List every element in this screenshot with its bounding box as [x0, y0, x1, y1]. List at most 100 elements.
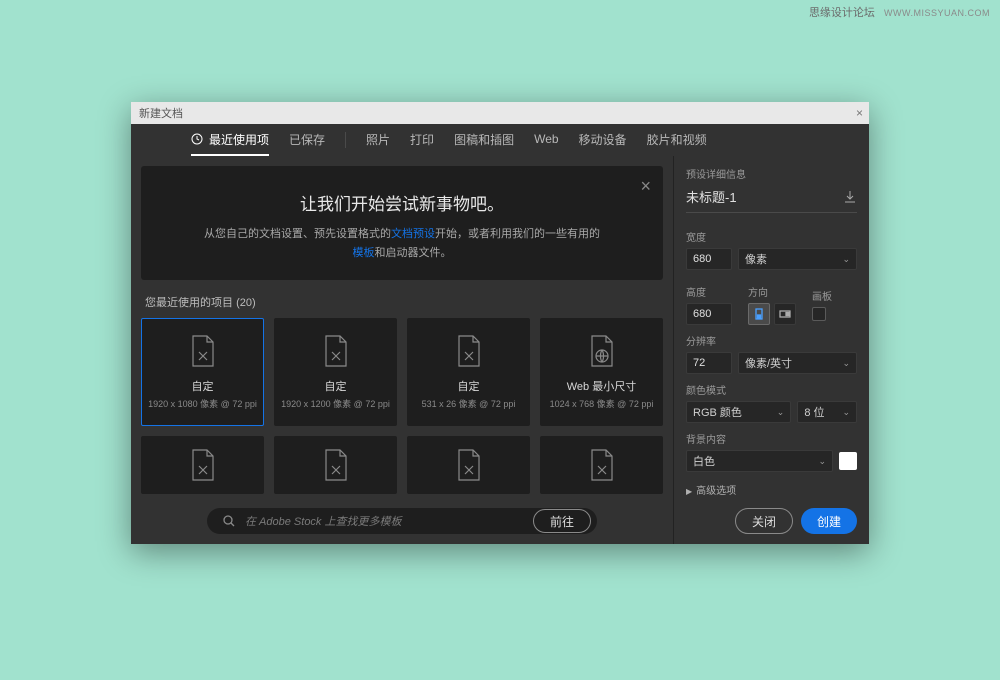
document-name[interactable]: 未标题-1 [686, 187, 737, 206]
unit-select[interactable]: 像素 ⌄ [738, 248, 857, 270]
width-input[interactable] [686, 248, 732, 270]
banner-text: 开始，或者利用我们的一些有用的 [435, 228, 600, 240]
go-button[interactable]: 前往 [533, 509, 591, 533]
banner-close-icon[interactable]: × [640, 176, 651, 197]
tab-art[interactable]: 图稿和插图 [454, 124, 514, 156]
artboard-label: 画板 [812, 288, 832, 303]
category-tabs: 最近使用项 已保存 照片 打印 图稿和插图 Web 移动设备 胶片和视频 [131, 124, 869, 156]
width-label: 宽度 [686, 229, 857, 244]
recent-label-text: 您最近使用的项目 [145, 297, 233, 309]
bit-depth-value: 8 位 [804, 404, 824, 420]
preset-card[interactable]: 自定 1920 x 1200 像素 @ 72 ppi [274, 318, 397, 426]
tab-video[interactable]: 胶片和视频 [647, 124, 707, 156]
chevron-down-icon: ⌄ [842, 254, 850, 265]
template-link[interactable]: 模板 [353, 247, 375, 259]
close-icon[interactable]: × [856, 106, 863, 120]
preset-card[interactable]: 自定 1920 x 1080 像素 @ 72 ppi [141, 318, 264, 426]
close-button[interactable]: 关闭 [735, 508, 793, 534]
banner-text: 从您自己的文档设置、预先设置格式的 [204, 228, 391, 240]
banner-description: 从您自己的文档设置、预先设置格式的文档预设开始，或者利用我们的一些有用的模板和启… [177, 225, 627, 262]
resolution-label: 分辨率 [686, 333, 857, 348]
tab-label: 最近使用项 [209, 131, 269, 148]
create-button[interactable]: 创建 [801, 508, 857, 534]
bg-select[interactable]: 白色 ⌄ [686, 450, 833, 472]
card-subtitle: 531 x 26 像素 @ 72 ppi [422, 397, 516, 410]
artboard-checkbox[interactable] [812, 307, 826, 321]
bg-label: 背景内容 [686, 431, 857, 446]
chevron-down-icon: ⌄ [842, 407, 850, 418]
card-title: 自定 [192, 378, 214, 394]
tab-label: 打印 [410, 131, 434, 148]
card-title: 自定 [458, 378, 480, 394]
tab-recent[interactable]: 最近使用项 [191, 124, 269, 156]
card-subtitle: 1920 x 1200 像素 @ 72 ppi [281, 397, 390, 410]
dialog-title: 新建文档 [139, 105, 183, 121]
card-title: Web 最小尺寸 [567, 378, 636, 394]
resolution-unit-value: 像素/英寸 [745, 355, 792, 371]
card-subtitle: 1024 x 768 像素 @ 72 ppi [550, 397, 654, 410]
search-icon [223, 515, 235, 527]
preset-details-panel: 预设详细信息 未标题-1 宽度 像素 ⌄ 高度 方向 [673, 156, 869, 544]
preset-card[interactable] [407, 436, 530, 494]
bg-value: 白色 [693, 453, 715, 469]
chevron-down-icon: ⌄ [818, 456, 826, 467]
tab-label: 胶片和视频 [647, 131, 707, 148]
portrait-button[interactable] [748, 303, 770, 325]
resolution-input[interactable] [686, 352, 732, 374]
bit-depth-select[interactable]: 8 位 ⌄ [797, 401, 857, 423]
recent-icon [191, 133, 203, 145]
tab-label: Web [534, 132, 558, 146]
landscape-button[interactable] [774, 303, 796, 325]
tab-photo[interactable]: 照片 [366, 124, 390, 156]
height-input[interactable] [686, 303, 732, 325]
advanced-label: 高级选项 [696, 486, 736, 497]
titlebar: 新建文档 × [131, 102, 869, 124]
advanced-toggle[interactable]: ▶ 高级选项 [686, 482, 857, 497]
card-title: 自定 [325, 378, 347, 394]
card-subtitle: 1920 x 1080 像素 @ 72 ppi [148, 397, 257, 410]
preset-card[interactable] [540, 436, 663, 494]
watermark-url: WWW.MISSYUAN.COM [884, 8, 990, 18]
tab-label: 照片 [366, 131, 390, 148]
color-mode-label: 颜色模式 [686, 382, 857, 397]
document-icon [455, 448, 483, 482]
banner-title: 让我们开始尝试新事物吧。 [177, 190, 627, 215]
tab-label: 已保存 [289, 131, 325, 148]
recent-heading: 您最近使用的项目 (20) [145, 294, 663, 310]
doc-preset-link[interactable]: 文档预设 [391, 228, 435, 240]
bg-swatch[interactable] [839, 452, 857, 470]
document-icon [189, 334, 217, 368]
orientation-label: 方向 [748, 284, 796, 299]
banner-text: 和启动器文件。 [375, 247, 452, 259]
intro-banner: × 让我们开始尝试新事物吧。 从您自己的文档设置、预先设置格式的文档预设开始，或… [141, 166, 663, 280]
globe-icon [588, 334, 616, 368]
new-document-dialog: 新建文档 × 最近使用项 已保存 照片 打印 图稿和插图 Web 移动设备 胶片… [131, 102, 869, 544]
color-mode-select[interactable]: RGB 颜色 ⌄ [686, 401, 791, 423]
resolution-unit-select[interactable]: 像素/英寸 ⌄ [738, 352, 857, 374]
chevron-down-icon: ⌄ [842, 358, 850, 369]
chevron-down-icon: ⌄ [777, 407, 785, 418]
save-preset-icon[interactable] [843, 190, 857, 204]
document-icon [588, 448, 616, 482]
recent-count: (20) [236, 297, 256, 309]
left-panel: × 让我们开始尝试新事物吧。 从您自己的文档设置、预先设置格式的文档预设开始，或… [131, 156, 673, 544]
preset-card[interactable]: Web 最小尺寸 1024 x 768 像素 @ 72 ppi [540, 318, 663, 426]
height-label: 高度 [686, 284, 732, 299]
tab-mobile[interactable]: 移动设备 [579, 124, 627, 156]
triangle-right-icon: ▶ [686, 487, 692, 496]
search-placeholder[interactable]: 在 Adobe Stock 上查找更多模板 [245, 513, 402, 529]
tab-web[interactable]: Web [534, 124, 558, 156]
color-mode-value: RGB 颜色 [693, 404, 742, 420]
tab-label: 移动设备 [579, 131, 627, 148]
dialog-footer: 关闭 创建 [686, 498, 857, 534]
preset-card[interactable] [274, 436, 397, 494]
preset-card[interactable] [141, 436, 264, 494]
preset-card[interactable]: 自定 531 x 26 像素 @ 72 ppi [407, 318, 530, 426]
watermark-text: 思缘设计论坛 [809, 7, 875, 19]
tab-print[interactable]: 打印 [410, 124, 434, 156]
stock-search: 在 Adobe Stock 上查找更多模板 前往 [207, 508, 597, 534]
tab-saved[interactable]: 已保存 [289, 124, 325, 156]
tab-divider [345, 132, 346, 148]
document-icon [189, 448, 217, 482]
document-icon [322, 448, 350, 482]
